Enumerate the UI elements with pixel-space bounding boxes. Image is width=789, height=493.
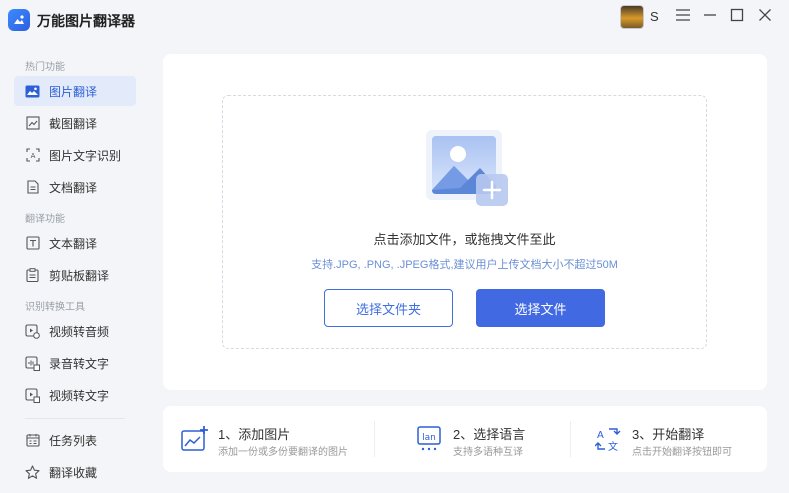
title-bar: 万能图片翻译器 S	[0, 0, 789, 40]
upload-image-illustration-icon	[424, 128, 510, 208]
sidebar-item-task-list[interactable]: 任务列表	[14, 425, 136, 455]
group-label-tools: 识别转换工具	[25, 302, 85, 313]
sidebar: 热门功能 图片翻译 截图翻译 A 图片文字识别 文档翻译 翻译功能 文本翻译 剪…	[0, 48, 150, 493]
video-audio-icon	[25, 323, 40, 339]
sidebar-item-favorites[interactable]: 翻译收藏	[14, 457, 136, 487]
minimize-icon[interactable]	[701, 6, 719, 24]
user-name[interactable]: S	[650, 9, 659, 24]
drop-zone-title: 点击添加文件，或拖拽文件至此	[373, 232, 556, 247]
sidebar-item-label: 文档翻译	[49, 180, 98, 195]
sidebar-item-label: 翻译收藏	[49, 465, 98, 480]
image-icon	[25, 84, 40, 99]
sidebar-divider	[25, 418, 125, 419]
sidebar-item-clipboard-translate[interactable]: 剪贴板翻译	[14, 260, 136, 290]
steps-card: 1、添加图片 添加一份或多份要翻译的图片 lan 2、选择语言 支持多语种互译 …	[163, 406, 767, 472]
screenshot-icon	[25, 116, 40, 131]
sidebar-item-screenshot-translate[interactable]: 截图翻译	[14, 108, 136, 138]
sidebar-item-label: 录音转文字	[49, 356, 110, 371]
upload-card: 点击添加文件，或拖拽文件至此 支持.JPG, .PNG, .JPEG格式,建议用…	[163, 54, 767, 390]
sidebar-item-ocr[interactable]: A 图片文字识别	[14, 140, 136, 170]
sidebar-item-label: 文本翻译	[49, 236, 98, 251]
svg-text:lan: lan	[422, 433, 436, 443]
task-list-icon	[25, 433, 40, 448]
sidebar-item-label: 图片翻译	[49, 84, 98, 99]
sidebar-item-label: 剪贴板翻译	[49, 268, 110, 283]
document-icon	[25, 180, 40, 195]
svg-text:A: A	[597, 430, 604, 441]
close-icon[interactable]	[756, 6, 774, 24]
step-divider	[374, 421, 375, 457]
sidebar-item-label: 图片文字识别	[49, 148, 122, 163]
translate-icon: A文	[594, 426, 623, 453]
menu-icon[interactable]	[674, 6, 692, 24]
language-icon: lan	[416, 426, 444, 452]
maximize-icon[interactable]	[728, 6, 746, 24]
sidebar-item-document-translate[interactable]: 文档翻译	[14, 172, 136, 202]
step-desc: 点击开始翻译按钮即可	[632, 447, 732, 458]
text-icon	[25, 236, 40, 251]
group-label-hot: 热门功能	[25, 62, 65, 73]
sidebar-item-label: 截图翻译	[49, 116, 98, 131]
svg-text:文: 文	[608, 440, 618, 452]
sidebar-item-label: 任务列表	[49, 433, 98, 448]
step-title: 2、选择语言	[453, 427, 526, 442]
sidebar-item-recording-to-text[interactable]: 录音转文字	[14, 348, 136, 378]
step-desc: 添加一份或多份要翻译的图片	[218, 447, 348, 458]
sidebar-item-label: 视频转文字	[49, 388, 110, 403]
sidebar-item-video-to-text[interactable]: 视频转文字	[14, 380, 136, 410]
sidebar-item-label: 视频转音频	[49, 324, 110, 339]
step-desc: 支持多语种互译	[453, 447, 523, 458]
group-label-translate: 翻译功能	[25, 214, 65, 225]
user-avatar[interactable]	[620, 5, 644, 29]
step-divider	[570, 421, 571, 457]
add-image-icon	[181, 426, 209, 452]
drop-zone[interactable]: 点击添加文件，或拖拽文件至此 支持.JPG, .PNG, .JPEG格式,建议用…	[222, 95, 707, 349]
step-title: 3、开始翻译	[632, 427, 705, 442]
app-logo-icon	[8, 9, 30, 31]
recording-icon	[25, 355, 40, 371]
video-text-icon	[25, 387, 40, 403]
sidebar-item-text-translate[interactable]: 文本翻译	[14, 228, 136, 258]
sidebar-item-video-to-audio[interactable]: 视频转音频	[14, 316, 136, 346]
sidebar-item-image-translate[interactable]: 图片翻译	[14, 76, 136, 106]
star-icon	[25, 464, 40, 480]
choose-file-button[interactable]: 选择文件	[476, 289, 605, 327]
step-title: 1、添加图片	[218, 427, 291, 442]
choose-folder-button[interactable]: 选择文件夹	[324, 289, 453, 327]
clipboard-icon	[25, 268, 40, 283]
drop-zone-hint: 支持.JPG, .PNG, .JPEG格式,建议用户上传文档大小不超过50M	[311, 259, 618, 271]
ocr-icon: A	[25, 148, 40, 163]
app-title: 万能图片翻译器	[37, 13, 135, 29]
svg-text:A: A	[30, 152, 35, 160]
